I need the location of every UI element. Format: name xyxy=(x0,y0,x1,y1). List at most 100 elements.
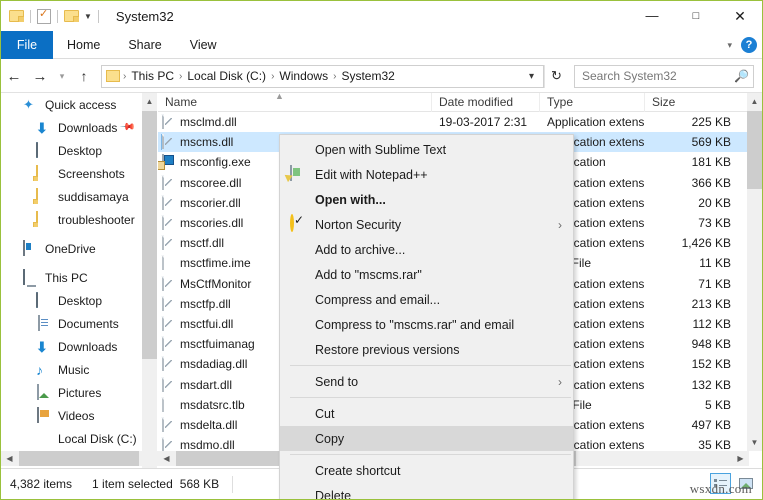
sidebar-item-onedrive[interactable]: OneDrive xyxy=(1,237,142,260)
menu-item-delete[interactable]: Delete xyxy=(280,483,573,500)
column-header-size[interactable]: Size xyxy=(645,93,745,112)
sidebar-item-suddisamaya[interactable]: suddisamaya xyxy=(1,185,142,208)
menu-item-label: Open with Sublime Text xyxy=(315,143,446,157)
breadcrumb-item-windows[interactable]: Windows xyxy=(275,69,332,83)
list-scroll-thumb[interactable] xyxy=(747,111,762,189)
search-input[interactable]: Search System32 xyxy=(582,69,734,83)
menu-item-edit-with-notepad[interactable]: Edit with Notepad++ xyxy=(280,162,573,187)
new-folder-icon[interactable] xyxy=(64,10,79,22)
toolbar-divider xyxy=(98,10,99,23)
tab-view[interactable]: View xyxy=(176,31,231,59)
file-list-scrollbar[interactable]: ▲ ▼ xyxy=(747,93,762,451)
properties-icon[interactable] xyxy=(37,9,51,24)
up-button[interactable]: ↑ xyxy=(71,63,97,89)
file-size-cell: 35 KB xyxy=(645,438,738,452)
pin-icon[interactable]: 📌 xyxy=(118,119,135,136)
search-icon[interactable]: 🔍 xyxy=(734,69,749,83)
sidebar-item-videos[interactable]: Videos xyxy=(1,404,142,427)
menu-item-create-shortcut[interactable]: Create shortcut xyxy=(280,458,573,483)
menu-item-restore-previous-versions[interactable]: Restore previous versions xyxy=(280,337,573,362)
toolbar-divider xyxy=(57,10,58,23)
sidebar-item-pictures[interactable]: Pictures xyxy=(1,381,142,404)
tab-file[interactable]: File xyxy=(1,31,53,59)
pictures-icon xyxy=(36,385,52,401)
menu-item-open-with[interactable]: Open with... xyxy=(280,187,573,212)
breadcrumb-folder-icon xyxy=(106,70,120,82)
column-headers: Name ▲ Date modified Type Size xyxy=(158,93,749,112)
help-icon[interactable]: ? xyxy=(741,37,757,53)
menu-item-add-to-archive[interactable]: Add to archive... xyxy=(280,237,573,262)
search-box[interactable]: Search System32 🔍 xyxy=(574,65,754,88)
sidebar-item-desktop[interactable]: Desktop xyxy=(1,139,142,162)
chevron-down-icon[interactable]: ▾ xyxy=(727,40,732,51)
customize-caret-icon[interactable]: ▼ xyxy=(84,12,92,21)
close-button[interactable]: ✕ xyxy=(718,1,762,31)
minimize-button[interactable]: — xyxy=(630,1,674,31)
file-size-cell: 5 KB xyxy=(645,398,738,412)
forward-button[interactable]: → xyxy=(27,63,53,89)
file-name-label: msdart.dll xyxy=(180,378,232,392)
breadcrumb-item-this-pc[interactable]: This PC xyxy=(127,69,178,83)
winrar-icon xyxy=(290,241,309,258)
list-scroll-down-button[interactable]: ▼ xyxy=(747,434,762,451)
column-header-name[interactable]: Name ▲ xyxy=(158,93,432,112)
back-button[interactable]: ← xyxy=(1,63,27,89)
file-size-cell: 11 KB xyxy=(645,256,738,270)
menu-item-cut[interactable]: Cut xyxy=(280,401,573,426)
menu-item-copy[interactable]: Copy xyxy=(280,426,573,451)
list-hscroll-left-button[interactable]: ◀ xyxy=(158,451,175,466)
star-pin-icon: ✦ xyxy=(23,97,39,113)
sidebar-item-label: troubleshooter xyxy=(58,213,135,227)
sidebar-item-desktop-2[interactable]: Desktop xyxy=(1,289,142,312)
winrar-icon xyxy=(290,291,309,308)
menu-item-send-to[interactable]: Send to› xyxy=(280,369,573,394)
sidebar-item-documents[interactable]: Documents xyxy=(1,312,142,335)
table-row[interactable]: msclmd.dll19-03-2017 2:31Application ext… xyxy=(158,112,749,132)
sidebar-scroll-up-button[interactable]: ▲ xyxy=(142,93,157,110)
maximize-button[interactable]: □ xyxy=(674,1,718,31)
menu-item-norton-security[interactable]: Norton Security› xyxy=(280,212,573,237)
sidebar-item-music[interactable]: ♪ Music xyxy=(1,358,142,381)
file-size-cell: 366 KB xyxy=(645,176,738,190)
list-hscroll-right-button[interactable]: ▶ xyxy=(732,451,749,466)
recent-locations-button[interactable]: ▾ xyxy=(53,63,71,89)
menu-item-label: Add to "mscms.rar" xyxy=(315,268,422,282)
sidebar-item-troubleshooter[interactable]: troubleshooter xyxy=(1,208,142,231)
file-name-label: msdadiag.dll xyxy=(180,357,247,371)
menu-item-label: Send to xyxy=(315,375,358,389)
sidebar-item-downloads[interactable]: ⬇ Downloads 📌 xyxy=(1,116,142,139)
menu-item-compress-to-mscms-rar-and-email[interactable]: Compress to "mscms.rar" and email xyxy=(280,312,573,337)
sidebar-hscroll-thumb[interactable] xyxy=(19,451,139,466)
menu-item-label: Cut xyxy=(315,407,334,421)
breadcrumb-item-local-disk[interactable]: Local Disk (C:) xyxy=(183,69,270,83)
dll-file-icon xyxy=(161,276,175,292)
sidebar-item-this-pc[interactable]: This PC xyxy=(1,266,142,289)
sidebar-scroll-thumb[interactable] xyxy=(142,111,157,359)
sidebar-item-label: Downloads xyxy=(58,340,117,354)
sidebar-item-label: Videos xyxy=(58,409,94,423)
sidebar-item-local-disk[interactable]: Local Disk (C:) xyxy=(1,427,142,450)
menu-item-add-to-mscms-rar[interactable]: Add to "mscms.rar" xyxy=(280,262,573,287)
sidebar-item-downloads-2[interactable]: ⬇ Downloads xyxy=(1,335,142,358)
refresh-button[interactable]: ↻ xyxy=(544,65,568,88)
breadcrumb[interactable]: › This PC › Local Disk (C:) › Windows › … xyxy=(101,65,544,88)
sidebar-item-screenshots[interactable]: Screenshots xyxy=(1,162,142,185)
sidebar-hscrollbar[interactable]: ◀ xyxy=(1,451,158,466)
list-scroll-up-button[interactable]: ▲ xyxy=(747,93,762,110)
column-header-type[interactable]: Type xyxy=(540,93,645,112)
sidebar-hscroll-left-button[interactable]: ◀ xyxy=(1,451,18,466)
sidebar-item-quick-access[interactable]: ✦ Quick access xyxy=(1,93,142,116)
sidebar-scrollbar[interactable]: ▲ ▼ xyxy=(142,93,157,468)
menu-icon-placeholder xyxy=(290,141,309,158)
file-size-cell: 948 KB xyxy=(645,337,738,351)
tab-share[interactable]: Share xyxy=(114,31,175,59)
menu-item-compress-and-email[interactable]: Compress and email... xyxy=(280,287,573,312)
column-header-date-modified[interactable]: Date modified xyxy=(432,93,540,112)
breadcrumb-item-system32[interactable]: System32 xyxy=(337,69,398,83)
folder-icon[interactable] xyxy=(9,10,24,22)
menu-item-open-with-sublime-text[interactable]: Open with Sublime Text xyxy=(280,137,573,162)
breadcrumb-dropdown-icon[interactable]: ▾ xyxy=(522,71,541,82)
file-size-cell: 132 KB xyxy=(645,378,738,392)
tab-home[interactable]: Home xyxy=(53,31,114,59)
file-size-cell: 73 KB xyxy=(645,216,738,230)
